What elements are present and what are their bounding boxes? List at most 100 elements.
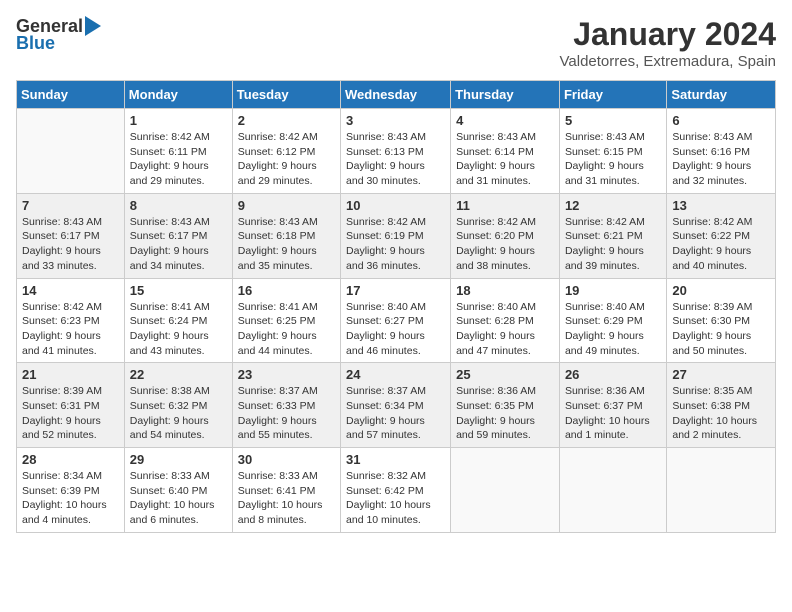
calendar-cell: 28 Sunrise: 8:34 AMSunset: 6:39 PMDayligh… (17, 448, 125, 533)
day-number: 28 (22, 452, 119, 467)
day-info: Sunrise: 8:40 AMSunset: 6:27 PMDaylight:… (346, 300, 445, 359)
calendar-cell: 12 Sunrise: 8:42 AMSunset: 6:21 PMDayligh… (559, 193, 666, 278)
day-number: 6 (672, 113, 770, 128)
calendar-cell: 11 Sunrise: 8:42 AMSunset: 6:20 PMDayligh… (451, 193, 560, 278)
day-number: 24 (346, 367, 445, 382)
day-number: 23 (238, 367, 335, 382)
calendar-cell (17, 109, 125, 194)
day-info: Sunrise: 8:42 AMSunset: 6:20 PMDaylight:… (456, 215, 554, 274)
calendar-cell: 16 Sunrise: 8:41 AMSunset: 6:25 PMDayligh… (232, 278, 340, 363)
day-info: Sunrise: 8:42 AMSunset: 6:21 PMDaylight:… (565, 215, 661, 274)
calendar-cell: 17 Sunrise: 8:40 AMSunset: 6:27 PMDayligh… (341, 278, 451, 363)
day-info: Sunrise: 8:39 AMSunset: 6:30 PMDaylight:… (672, 300, 770, 359)
day-number: 3 (346, 113, 445, 128)
col-header-sunday: Sunday (17, 81, 125, 109)
calendar-cell: 24 Sunrise: 8:37 AMSunset: 6:34 PMDayligh… (341, 363, 451, 448)
calendar-cell: 22 Sunrise: 8:38 AMSunset: 6:32 PMDayligh… (124, 363, 232, 448)
calendar-cell: 13 Sunrise: 8:42 AMSunset: 6:22 PMDayligh… (667, 193, 776, 278)
day-number: 1 (130, 113, 227, 128)
day-number: 25 (456, 367, 554, 382)
calendar-cell: 29Sunrise: 8:33 AMSunset: 6:40 PMDayligh… (124, 448, 232, 533)
day-number: 20 (672, 283, 770, 298)
col-header-monday: Monday (124, 81, 232, 109)
col-header-wednesday: Wednesday (341, 81, 451, 109)
week-row-5: 28 Sunrise: 8:34 AMSunset: 6:39 PMDayligh… (17, 448, 776, 533)
day-number: 5 (565, 113, 661, 128)
day-number: 14 (22, 283, 119, 298)
calendar-cell (559, 448, 666, 533)
day-number: 16 (238, 283, 335, 298)
col-header-tuesday: Tuesday (232, 81, 340, 109)
calendar-cell: 4Sunrise: 8:43 AMSunset: 6:14 PMDaylight… (451, 109, 560, 194)
title-area: January 2024 Valdetorres, Extremadura, S… (560, 16, 777, 70)
day-number: 4 (456, 113, 554, 128)
day-info: Sunrise: 8:42 AMSunset: 6:11 PMDaylight:… (130, 130, 227, 189)
day-info: Sunrise: 8:40 AMSunset: 6:29 PMDaylight:… (565, 300, 661, 359)
page-header: General Blue January 2024 Valdetorres, E… (16, 16, 776, 70)
day-info: Sunrise: 8:34 AMSunset: 6:39 PMDaylight:… (22, 469, 119, 528)
calendar-cell: 20 Sunrise: 8:39 AMSunset: 6:30 PMDayligh… (667, 278, 776, 363)
calendar-cell (667, 448, 776, 533)
day-info: Sunrise: 8:36 AMSunset: 6:35 PMDaylight:… (456, 384, 554, 443)
day-info: Sunrise: 8:35 AMSunset: 6:38 PMDaylight:… (672, 384, 770, 443)
day-number: 2 (238, 113, 335, 128)
day-number: 10 (346, 198, 445, 213)
day-info: Sunrise: 8:41 AMSunset: 6:25 PMDaylight:… (238, 300, 335, 359)
day-number: 7 (22, 198, 119, 213)
day-number: 17 (346, 283, 445, 298)
calendar-cell: 5Sunrise: 8:43 AMSunset: 6:15 PMDaylight… (559, 109, 666, 194)
calendar-cell: 30 Sunrise: 8:33 AMSunset: 6:41 PMDayligh… (232, 448, 340, 533)
calendar-cell: 9 Sunrise: 8:43 AMSunset: 6:18 PMDaylight… (232, 193, 340, 278)
week-row-3: 14 Sunrise: 8:42 AMSunset: 6:23 PMDayligh… (17, 278, 776, 363)
day-info: Sunrise: 8:40 AMSunset: 6:28 PMDaylight:… (456, 300, 554, 359)
calendar-subtitle: Valdetorres, Extremadura, Spain (560, 53, 777, 70)
calendar-cell: 21Sunrise: 8:39 AMSunset: 6:31 PMDayligh… (17, 363, 125, 448)
logo: General Blue (16, 16, 101, 54)
calendar-title: January 2024 (560, 16, 777, 53)
calendar-cell: 15Sunrise: 8:41 AMSunset: 6:24 PMDayligh… (124, 278, 232, 363)
day-info: Sunrise: 8:38 AMSunset: 6:32 PMDaylight:… (130, 384, 227, 443)
day-info: Sunrise: 8:43 AMSunset: 6:17 PMDaylight:… (130, 215, 227, 274)
week-row-4: 21Sunrise: 8:39 AMSunset: 6:31 PMDayligh… (17, 363, 776, 448)
day-number: 30 (238, 452, 335, 467)
day-number: 13 (672, 198, 770, 213)
day-info: Sunrise: 8:42 AMSunset: 6:23 PMDaylight:… (22, 300, 119, 359)
calendar-cell: 27Sunrise: 8:35 AMSunset: 6:38 PMDayligh… (667, 363, 776, 448)
logo-arrow-icon (85, 16, 101, 36)
calendar-cell: 25 Sunrise: 8:36 AMSunset: 6:35 PMDayligh… (451, 363, 560, 448)
day-info: Sunrise: 8:42 AMSunset: 6:19 PMDaylight:… (346, 215, 445, 274)
calendar-cell: 19 Sunrise: 8:40 AMSunset: 6:29 PMDayligh… (559, 278, 666, 363)
day-info: Sunrise: 8:43 AMSunset: 6:16 PMDaylight:… (672, 130, 770, 189)
day-info: Sunrise: 8:43 AMSunset: 6:13 PMDaylight:… (346, 130, 445, 189)
day-number: 9 (238, 198, 335, 213)
col-header-thursday: Thursday (451, 81, 560, 109)
calendar-cell: 6 Sunrise: 8:43 AMSunset: 6:16 PMDaylight… (667, 109, 776, 194)
week-row-1: 1 Sunrise: 8:42 AMSunset: 6:11 PMDaylight… (17, 109, 776, 194)
day-info: Sunrise: 8:36 AMSunset: 6:37 PMDaylight:… (565, 384, 661, 443)
day-number: 21 (22, 367, 119, 382)
day-number: 19 (565, 283, 661, 298)
day-info: Sunrise: 8:41 AMSunset: 6:24 PMDaylight:… (130, 300, 227, 359)
header-row: SundayMondayTuesdayWednesdayThursdayFrid… (17, 81, 776, 109)
day-number: 11 (456, 198, 554, 213)
day-info: Sunrise: 8:43 AMSunset: 6:18 PMDaylight:… (238, 215, 335, 274)
day-info: Sunrise: 8:33 AMSunset: 6:41 PMDaylight:… (238, 469, 335, 528)
calendar-cell: 31 Sunrise: 8:32 AMSunset: 6:42 PMDayligh… (341, 448, 451, 533)
week-row-2: 7 Sunrise: 8:43 AMSunset: 6:17 PMDaylight… (17, 193, 776, 278)
col-header-friday: Friday (559, 81, 666, 109)
calendar-cell: 7 Sunrise: 8:43 AMSunset: 6:17 PMDaylight… (17, 193, 125, 278)
logo-blue-text: Blue (16, 33, 55, 54)
day-number: 31 (346, 452, 445, 467)
col-header-saturday: Saturday (667, 81, 776, 109)
calendar-cell: 3 Sunrise: 8:43 AMSunset: 6:13 PMDaylight… (341, 109, 451, 194)
calendar-cell: 14 Sunrise: 8:42 AMSunset: 6:23 PMDayligh… (17, 278, 125, 363)
day-info: Sunrise: 8:43 AMSunset: 6:17 PMDaylight:… (22, 215, 119, 274)
calendar-cell (451, 448, 560, 533)
day-number: 26 (565, 367, 661, 382)
day-number: 22 (130, 367, 227, 382)
calendar-cell: 1 Sunrise: 8:42 AMSunset: 6:11 PMDaylight… (124, 109, 232, 194)
day-info: Sunrise: 8:37 AMSunset: 6:34 PMDaylight:… (346, 384, 445, 443)
day-info: Sunrise: 8:42 AMSunset: 6:22 PMDaylight:… (672, 215, 770, 274)
day-info: Sunrise: 8:32 AMSunset: 6:42 PMDaylight:… (346, 469, 445, 528)
day-number: 12 (565, 198, 661, 213)
